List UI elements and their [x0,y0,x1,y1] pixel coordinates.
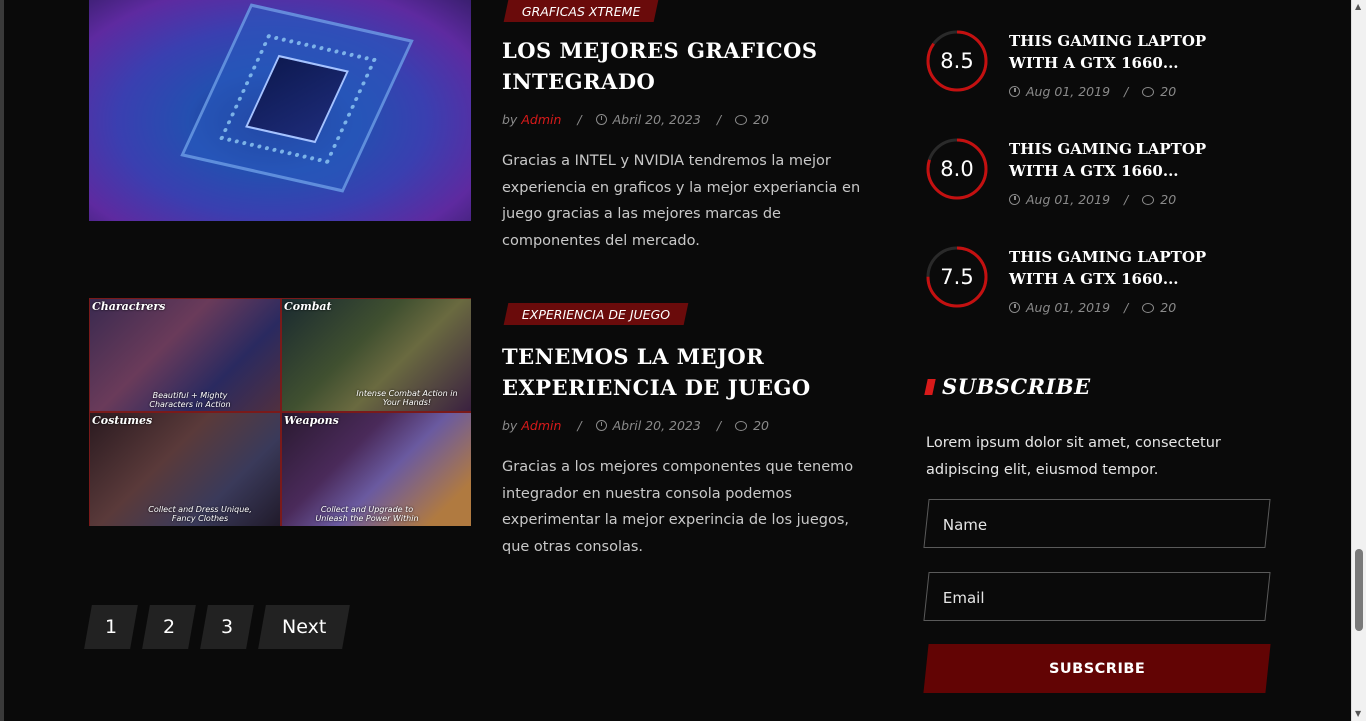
meta-separator: / [716,112,722,127]
comment-count[interactable]: 20 [753,112,769,127]
next-page-button[interactable]: Next [258,605,350,649]
page-button-1[interactable]: 1 [84,605,138,649]
subscribe-title: SUBSCRIBE [942,374,1091,399]
post-image-cpu-chip[interactable] [89,0,471,221]
meta-separator: / [716,418,722,433]
scroll-down-arrow-icon[interactable]: ▼ [1355,709,1361,719]
by-label: by [502,418,518,433]
meta-separator: / [577,112,582,127]
subscribe-heading: SUBSCRIBE [924,374,1091,399]
review-title[interactable]: THIS GAMING LAPTOP WITH A GTX 1660... [1009,30,1259,74]
comment-icon [1142,302,1155,313]
review-title[interactable]: THIS GAMING LAPTOP WITH A GTX 1660... [1009,246,1259,290]
page-button-2[interactable]: 2 [142,605,196,649]
meta-separator: / [1124,84,1129,99]
review-title[interactable]: THIS GAMING LAPTOP WITH A GTX 1660... [1009,138,1259,182]
collage-tile-costumes: Costumes Collect and Dress Unique, Fancy… [89,412,281,526]
comment-count[interactable]: 20 [1160,84,1176,99]
comment-count[interactable]: 20 [753,418,769,433]
category-badge[interactable]: EXPERIENCIA DE JUEGO [503,303,689,325]
pagination: 1 2 3 Next [84,605,350,649]
post-meta: by Admin / Abril 20, 2023 / 20 [502,418,769,433]
subscribe-button[interactable]: SUBSCRIBE [923,644,1271,693]
comment-icon [1142,86,1155,97]
scroll-up-arrow-icon[interactable]: ▲ [1355,2,1361,12]
scrollbar-thumb[interactable] [1355,549,1363,631]
meta-separator: / [577,418,582,433]
email-input[interactable] [940,573,1245,622]
post-meta: by Admin / Abril 20, 2023 / 20 [502,112,769,127]
window-frame [0,0,4,721]
review-score: 7.5 [940,265,974,289]
comment-count[interactable]: 20 [1160,192,1176,207]
comment-count[interactable]: 20 [1160,300,1176,315]
name-input[interactable] [940,500,1245,549]
post-title[interactable]: LOS MEJORES GRAFICOS INTEGRADO [502,35,842,97]
review-date: Aug 01, 2019 [1026,300,1111,315]
heading-accent-bar [924,378,936,395]
page-button-3[interactable]: 3 [200,605,254,649]
post-date: Abril 20, 2023 [612,112,701,127]
by-label: by [502,112,518,127]
post-title[interactable]: TENEMOS LA MEJOR EXPERIENCIA DE JUEGO [502,341,842,403]
meta-separator: / [1124,192,1129,207]
post-excerpt: Gracias a los mejores componentes que te… [502,459,854,555]
review-score: 8.0 [940,157,974,181]
subscribe-description: Lorem ipsum dolor sit amet, consectetur … [926,435,1221,478]
scrollbar[interactable]: ▲ ▼ [1351,0,1366,721]
review-item: 8.0 THIS GAMING LAPTOP WITH A GTX 1660..… [926,138,1286,208]
author-link[interactable]: Admin [521,418,561,433]
review-item: 8.5 THIS GAMING LAPTOP WITH A GTX 1660..… [926,30,1286,100]
comment-icon [1142,194,1155,205]
clock-icon [1009,86,1020,97]
post-image-game-collage[interactable]: Charactrers Beautiful + Mighty Character… [89,298,471,526]
collage-tile-weapons: Weapons Collect and Upgrade to Unleash t… [281,412,471,526]
review-date: Aug 01, 2019 [1026,192,1111,207]
name-field-wrapper [923,499,1271,549]
category-badge[interactable]: GRAFICAS XTREME [503,0,659,22]
comment-icon [735,420,748,431]
review-date: Aug 01, 2019 [1026,84,1111,99]
meta-separator: / [1124,300,1129,315]
review-score: 8.5 [940,49,974,73]
post-excerpt: Gracias a INTEL y NVIDIA tendremos la me… [502,153,861,249]
clock-icon [1009,194,1020,205]
clock-icon [1009,302,1020,313]
clock-icon [595,420,607,431]
review-item: 7.5 THIS GAMING LAPTOP WITH A GTX 1660..… [926,246,1286,316]
post-date: Abril 20, 2023 [612,418,701,433]
collage-tile-combat: Combat Intense Combat Action in Your Han… [281,298,471,412]
review-meta: Aug 01, 2019 / 20 [1009,84,1176,99]
collage-tile-characters: Charactrers Beautiful + Mighty Character… [89,298,281,412]
author-link[interactable]: Admin [521,112,561,127]
comment-icon [735,114,748,125]
review-meta: Aug 01, 2019 / 20 [1009,192,1176,207]
review-meta: Aug 01, 2019 / 20 [1009,300,1176,315]
clock-icon [595,114,607,125]
email-field-wrapper [923,572,1271,622]
